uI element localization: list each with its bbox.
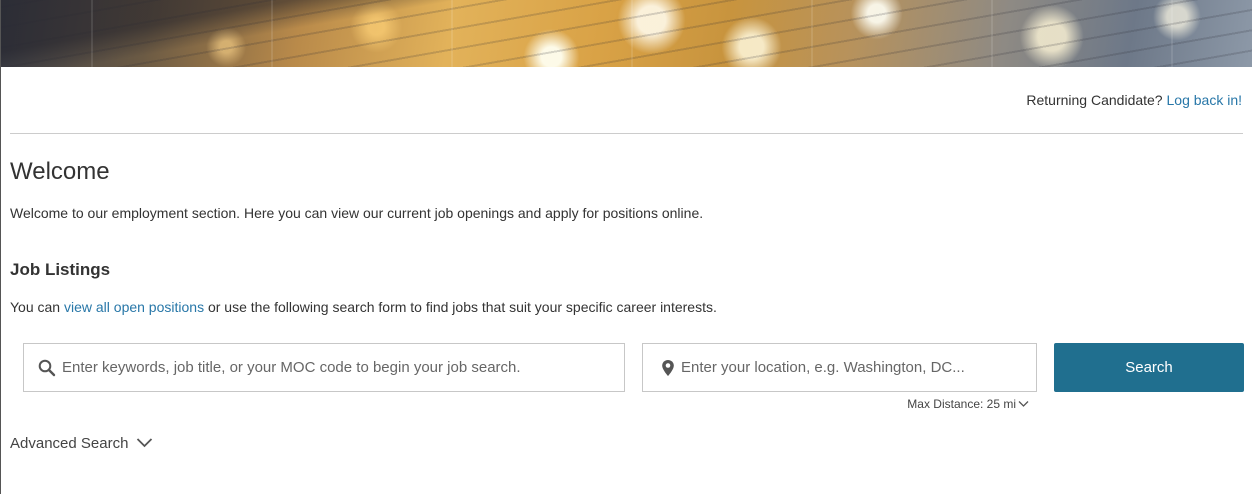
header-banner-image [1,0,1252,67]
location-input[interactable] [681,344,1036,391]
returning-candidate-bar: Returning Candidate? Log back in! [1026,92,1242,108]
search-icon [24,343,62,392]
job-listings-title: Job Listings [10,260,111,279]
job-listings-text-after: or use the following search form to find… [204,299,717,315]
log-back-in-link[interactable]: Log back in! [1167,92,1243,108]
welcome-title: Welcome [10,158,110,185]
chevron-down-icon [1018,397,1029,411]
search-button[interactable]: Search [1054,343,1244,392]
careers-page: Returning Candidate? Log back in! Welcom… [0,0,1252,494]
chevron-down-icon [136,435,153,452]
max-distance-label: Max Distance: 25 mi [907,397,1016,411]
view-all-positions-link[interactable]: view all open positions [64,299,204,315]
max-distance-dropdown[interactable]: Max Distance: 25 mi [907,397,1029,411]
job-listings-text: You can view all open positions or use t… [10,299,717,315]
map-pin-icon [643,343,681,392]
advanced-search-toggle[interactable]: Advanced Search [10,435,153,452]
keywords-field [23,343,625,392]
header-divider [10,133,1243,134]
returning-candidate-text: Returning Candidate? [1026,92,1163,108]
location-field [642,343,1037,392]
advanced-search-label: Advanced Search [10,435,129,452]
keywords-input[interactable] [62,344,624,391]
job-listings-text-before: You can [10,299,64,315]
welcome-text: Welcome to our employment section. Here … [10,205,704,221]
